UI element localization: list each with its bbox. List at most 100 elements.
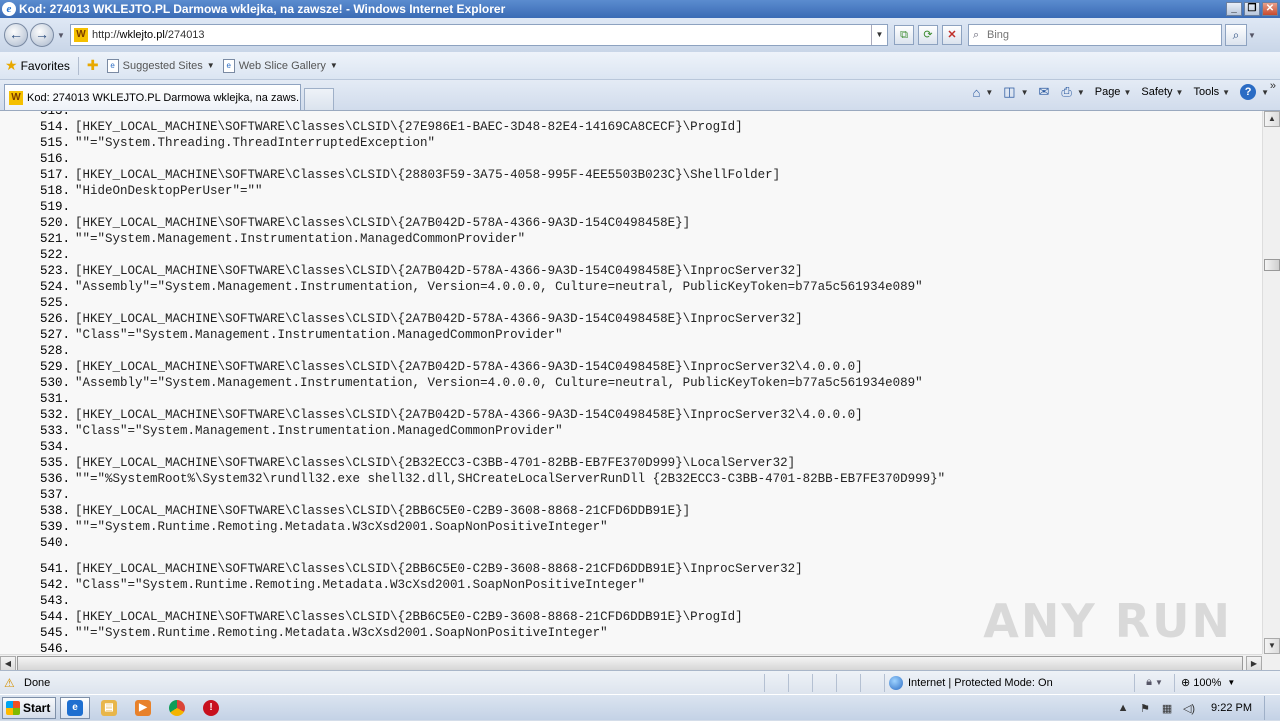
line-text: "Assembly"="System.Management.Instrument… xyxy=(75,280,923,294)
address-bar[interactable]: W http://wklejto.pl/274013 ▼ xyxy=(70,24,888,46)
read-mail-button[interactable]: ✉ xyxy=(1036,84,1055,100)
help-button[interactable]: ? ▼ xyxy=(1237,84,1272,100)
safety-menu[interactable]: Safety ▼ xyxy=(1138,86,1186,98)
add-to-favorites-bar-icon[interactable]: ✚ xyxy=(87,57,99,74)
code-line: 538. [HKEY_LOCAL_MACHINE\SOFTWARE\Classes… xyxy=(0,503,1262,519)
line-number: 522. xyxy=(39,248,70,262)
favorites-button[interactable]: Favorites xyxy=(21,59,70,73)
tab-active[interactable]: W Kod: 274013 WKLEJTO.PL Darmowa wklejka… xyxy=(4,84,301,110)
web-slice-gallery-label: Web Slice Gallery xyxy=(238,59,326,72)
line-number: 531. xyxy=(39,392,70,406)
stop-icon[interactable]: ✕ xyxy=(942,25,962,45)
divider xyxy=(77,56,79,75)
security-zone-label: Internet | Protected Mode: On xyxy=(908,676,1053,689)
status-bar: ⚠ Done Internet | Protected Mode: On 🔒︎ ▼… xyxy=(0,670,1280,694)
line-number: 528. xyxy=(39,344,70,358)
line-text: ""="System.Runtime.Remoting.Metadata.W3c… xyxy=(75,520,608,534)
line-number: 521. xyxy=(39,232,70,246)
action-center-flag-icon[interactable]: ⚑ xyxy=(1137,702,1153,715)
page-menu[interactable]: Page ▼ xyxy=(1092,86,1135,98)
taskbar-internet-explorer[interactable]: e xyxy=(60,696,90,719)
line-text: [HKEY_LOCAL_MACHINE\SOFTWARE\Classes\CLS… xyxy=(75,610,743,624)
favorites-star-icon[interactable]: ★ xyxy=(5,57,18,74)
scroll-down-button[interactable]: ▼ xyxy=(1264,638,1280,654)
forward-button[interactable]: → xyxy=(30,23,54,47)
horizontal-scroll-thumb[interactable] xyxy=(17,656,1243,670)
clock[interactable]: 9:22 PM xyxy=(1211,702,1252,714)
line-number: 520. xyxy=(39,216,70,230)
search-options-dropdown[interactable]: ▼ xyxy=(1247,31,1257,40)
search-go-icon[interactable]: ⌕ xyxy=(1225,24,1247,46)
address-dropdown-button[interactable]: ▼ xyxy=(871,25,887,45)
back-button[interactable]: ← xyxy=(4,23,28,47)
minimize-button[interactable]: _ xyxy=(1226,2,1242,16)
taskbar-explorer[interactable]: ▤ xyxy=(94,697,124,719)
line-number: 513. xyxy=(39,111,70,118)
network-icon[interactable]: ▦ xyxy=(1159,702,1175,715)
scroll-left-button[interactable]: ◀ xyxy=(0,656,16,670)
restore-button[interactable]: ❐ xyxy=(1244,2,1260,16)
line-number: 545. xyxy=(39,626,70,640)
chevron-down-icon: ▼ xyxy=(329,61,338,70)
warning-icon: ⚠ xyxy=(4,675,15,690)
horizontal-scrollbar[interactable]: ◀ ▶ xyxy=(0,654,1262,670)
suggested-sites-item[interactable]: e Suggested Sites ▼ xyxy=(106,58,215,73)
status-cell xyxy=(860,673,884,692)
web-slice-gallery-item[interactable]: e Web Slice Gallery ▼ xyxy=(222,58,338,73)
security-zone[interactable]: Internet | Protected Mode: On xyxy=(884,673,1134,692)
taskbar-chrome[interactable] xyxy=(162,697,192,719)
zoom-control[interactable]: ⊕ 100% ▼ xyxy=(1174,673,1240,692)
search-box[interactable]: ⌕ xyxy=(968,24,1222,46)
code-line: 520. [HKEY_LOCAL_MACHINE\SOFTWARE\Classes… xyxy=(0,215,1262,231)
chevron-down-icon: ▼ xyxy=(1227,678,1236,687)
refresh-icon[interactable]: ⟳ xyxy=(918,25,938,45)
line-number: 516. xyxy=(39,152,70,166)
line-number: 536. xyxy=(39,472,70,486)
line-text: [HKEY_LOCAL_MACHINE\SOFTWARE\Classes\CLS… xyxy=(75,312,803,326)
line-text: "Class"="System.Management.Instrumentati… xyxy=(75,424,563,438)
line-number: 537. xyxy=(39,488,70,502)
volume-icon[interactable]: ◁) xyxy=(1181,702,1197,715)
search-input[interactable] xyxy=(987,29,1221,41)
feeds-button[interactable]: ◫ ▼ xyxy=(1000,84,1031,100)
line-number: 517. xyxy=(39,168,70,182)
chevron-down-icon: ▼ xyxy=(1154,678,1163,687)
more-commands-chevron-icon[interactable]: » xyxy=(1270,80,1276,92)
scroll-right-button[interactable]: ▶ xyxy=(1246,656,1262,670)
show-hidden-icons-icon[interactable]: ▲ xyxy=(1115,702,1131,714)
scroll-up-button[interactable]: ▲ xyxy=(1264,111,1280,127)
favorites-bar: ★ Favorites ✚ e Suggested Sites ▼ e Web … xyxy=(0,52,1280,80)
print-button[interactable]: ⎙ ▼ xyxy=(1058,84,1087,100)
start-label: Start xyxy=(23,700,51,715)
code-line: 521. ""="System.Management.Instrumentatio… xyxy=(0,231,1262,247)
line-text: ""="System.Management.Instrumentation.Ma… xyxy=(75,232,526,246)
code-line: 541. [HKEY_LOCAL_MACHINE\SOFTWARE\Classes… xyxy=(0,561,1262,577)
code-line: 540. xyxy=(0,535,1262,551)
protected-mode-lock[interactable]: 🔒︎ ▼ xyxy=(1134,673,1174,692)
home-button[interactable]: ⌂ ▼ xyxy=(970,85,997,100)
start-button[interactable]: Start xyxy=(2,696,56,719)
media-player-icon: ▶ xyxy=(135,699,151,716)
system-tray: ▲ ⚑ ▦ ◁) 9:22 PM xyxy=(1115,695,1280,721)
tools-menu[interactable]: Tools ▼ xyxy=(1190,86,1233,98)
vertical-scroll-thumb[interactable] xyxy=(1264,259,1280,271)
close-button[interactable]: ✕ xyxy=(1262,2,1278,16)
code-line: 531. xyxy=(0,391,1262,407)
chevron-down-icon: ▼ xyxy=(1175,87,1184,97)
ie-logo-icon: e xyxy=(2,2,16,16)
code-line: 532. [HKEY_LOCAL_MACHINE\SOFTWARE\Classes… xyxy=(0,407,1262,423)
recent-pages-dropdown[interactable]: ▼ xyxy=(56,31,66,40)
chevron-down-icon: ▼ xyxy=(1123,87,1132,97)
show-desktop-button[interactable] xyxy=(1264,696,1274,720)
taskbar-media-player[interactable]: ▶ xyxy=(128,697,158,719)
compatibility-view-icon[interactable]: ⧉ xyxy=(894,25,914,45)
new-tab-button[interactable] xyxy=(304,88,334,110)
address-url[interactable]: http://wklejto.pl/274013 xyxy=(92,29,871,41)
code-line: 527. "Class"="System.Management.Instrumen… xyxy=(0,327,1262,343)
code-line: 534. xyxy=(0,439,1262,455)
line-number: 534. xyxy=(39,440,70,454)
taskbar-antivirus[interactable]: ! xyxy=(196,697,226,719)
line-number: 525. xyxy=(39,296,70,310)
line-number: 514. xyxy=(39,120,70,134)
vertical-scrollbar[interactable]: ▲ ▼ xyxy=(1262,111,1280,654)
